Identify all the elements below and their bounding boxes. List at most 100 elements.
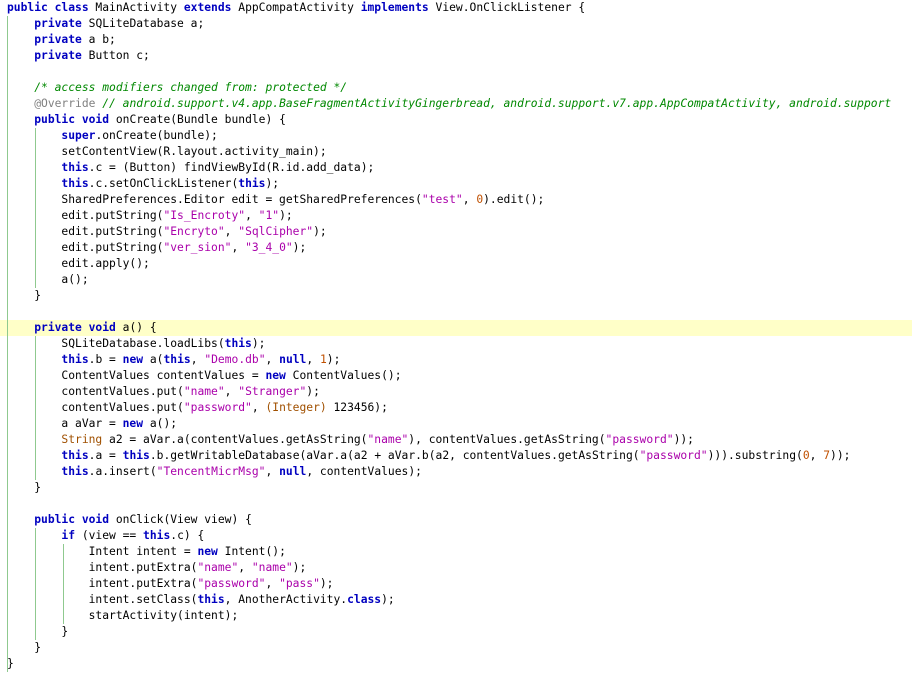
code-line[interactable]: private SQLiteDatabase a; (0, 16, 912, 32)
token-p: edit.putString( (7, 225, 164, 238)
code-line[interactable]: private Button c; (0, 48, 912, 64)
code-text: } (7, 640, 41, 656)
code-text: edit.putString("Encryto", "SqlCipher"); (7, 224, 326, 240)
code-line[interactable]: SharedPreferences.Editor edit = getShare… (0, 192, 912, 208)
code-line[interactable]: public class MainActivity extends AppCom… (0, 0, 912, 16)
token-cm: // android.support.v4.app.BaseFragmentAc… (102, 97, 892, 110)
token-p (7, 81, 34, 94)
token-str: "ver_sion" (163, 241, 232, 254)
code-line[interactable]: String a2 = aVar.a(contentValues.getAsSt… (0, 432, 912, 448)
code-line[interactable]: intent.setClass(this, AnotherActivity.cl… (0, 592, 912, 608)
token-p: )); (673, 433, 694, 446)
code-line[interactable]: this.b = new a(this, "Demo.db", null, 1)… (0, 352, 912, 368)
token-p: ContentValues(); (292, 369, 402, 382)
code-line[interactable]: setContentView(R.layout.activity_main); (0, 144, 912, 160)
code-text: private Button c; (7, 48, 150, 64)
code-text: } (7, 480, 41, 496)
token-p (7, 113, 34, 126)
code-line[interactable]: this.a = this.b.getWritableDatabase(aVar… (0, 448, 912, 464)
code-line[interactable]: this.c.setOnClickListener(this); (0, 176, 912, 192)
code-line[interactable]: intent.putExtra("password", "pass"); (0, 576, 912, 592)
token-p (7, 529, 61, 542)
token-p: MainActivity (95, 1, 184, 14)
token-p: ); (319, 577, 334, 590)
token-kw: implements (360, 1, 436, 14)
token-kw: new (197, 545, 225, 558)
code-text: super.onCreate(bundle); (7, 128, 217, 144)
code-line[interactable]: super.onCreate(bundle); (0, 128, 912, 144)
code-text: /* access modifiers changed from: protec… (7, 80, 347, 96)
code-text: a aVar = new a(); (7, 416, 177, 432)
token-kw: private void (34, 321, 123, 334)
token-p: a b; (88, 33, 116, 46)
code-line[interactable]: ContentValues contentValues = new Conten… (0, 368, 912, 384)
code-line[interactable]: private a b; (0, 32, 912, 48)
token-p: , (265, 577, 280, 590)
token-kw: new (265, 369, 293, 382)
code-text: Intent intent = new Intent(); (7, 544, 286, 560)
token-str: "Encryto" (163, 225, 225, 238)
token-kw: private (34, 33, 89, 46)
code-line[interactable]: edit.putString("Encryto", "SqlCipher"); (0, 224, 912, 240)
token-p: ); (306, 385, 320, 398)
code-line[interactable]: contentValues.put("password", (Integer) … (0, 400, 912, 416)
token-str: "password" (197, 577, 266, 590)
token-p (7, 17, 34, 30)
code-line[interactable]: public void onClick(View view) { (0, 512, 912, 528)
token-p: .a.insert( (88, 465, 157, 478)
code-line[interactable]: /* access modifiers changed from: protec… (0, 80, 912, 96)
token-p: , (251, 401, 266, 414)
code-line[interactable]: } (0, 640, 912, 656)
code-line[interactable]: edit.putString("ver_sion", "3_4_0"); (0, 240, 912, 256)
token-p: } (7, 641, 42, 654)
token-p: edit.putString( (7, 241, 164, 254)
code-text: edit.apply(); (7, 256, 150, 272)
code-line[interactable]: } (0, 656, 912, 672)
token-p: } (7, 657, 14, 670)
code-line[interactable]: } (0, 480, 912, 496)
code-line[interactable]: a aVar = new a(); (0, 416, 912, 432)
token-p: , (462, 193, 477, 206)
token-p: ContentValues contentValues = (7, 369, 266, 382)
token-kw: this (61, 449, 89, 462)
code-text: this.a.insert("TencentMicrMsg", null, co… (7, 464, 422, 480)
code-line[interactable]: } (0, 624, 912, 640)
code-line[interactable]: public void onCreate(Bundle bundle) { (0, 112, 912, 128)
code-line[interactable]: } (0, 288, 912, 304)
code-line[interactable]: if (view == this.c) { (0, 528, 912, 544)
code-text: this.a = this.b.getWritableDatabase(aVar… (7, 448, 850, 464)
code-line[interactable]: private void a() { (0, 320, 912, 336)
token-p: ); (279, 209, 293, 222)
code-line[interactable]: contentValues.put("name", "Stranger"); (0, 384, 912, 400)
token-p: .c) { (170, 529, 205, 542)
token-kw: null (279, 465, 307, 478)
code-editor[interactable]: public class MainActivity extends AppCom… (0, 0, 912, 673)
token-kw: this (163, 353, 191, 366)
code-line[interactable]: edit.apply(); (0, 256, 912, 272)
code-line[interactable]: edit.putString("Is_Encroty", "1"); (0, 208, 912, 224)
code-line[interactable] (0, 304, 912, 320)
code-text: private SQLiteDatabase a; (7, 16, 204, 32)
token-p: SQLiteDatabase a; (88, 17, 205, 30)
token-p: intent.putExtra( (7, 577, 198, 590)
code-line[interactable]: Intent intent = new Intent(); (0, 544, 912, 560)
token-p: edit.apply(); (7, 257, 150, 270)
token-p: SharedPreferences.Editor edit = getShare… (7, 193, 422, 206)
token-p: (view == (81, 529, 144, 542)
token-str: "test" (421, 193, 463, 206)
token-p: , (265, 465, 280, 478)
code-line[interactable]: this.c = (Button) findViewById(R.id.add_… (0, 160, 912, 176)
token-p: .b = (88, 353, 123, 366)
token-str: "Is_Encroty" (163, 209, 246, 222)
code-line[interactable]: SQLiteDatabase.loadLibs(this); (0, 336, 912, 352)
token-p: a( (149, 353, 164, 366)
code-line[interactable]: a(); (0, 272, 912, 288)
code-line[interactable] (0, 496, 912, 512)
code-line[interactable]: intent.putExtra("name", "name"); (0, 560, 912, 576)
token-kw: this (143, 529, 171, 542)
code-line[interactable]: this.a.insert("TencentMicrMsg", null, co… (0, 464, 912, 480)
code-line[interactable]: @Override // android.support.v4.app.Base… (0, 96, 912, 112)
code-line[interactable] (0, 64, 912, 80)
token-p: a2 = aVar.a(contentValues.getAsString( (109, 433, 368, 446)
code-line[interactable]: startActivity(intent); (0, 608, 912, 624)
